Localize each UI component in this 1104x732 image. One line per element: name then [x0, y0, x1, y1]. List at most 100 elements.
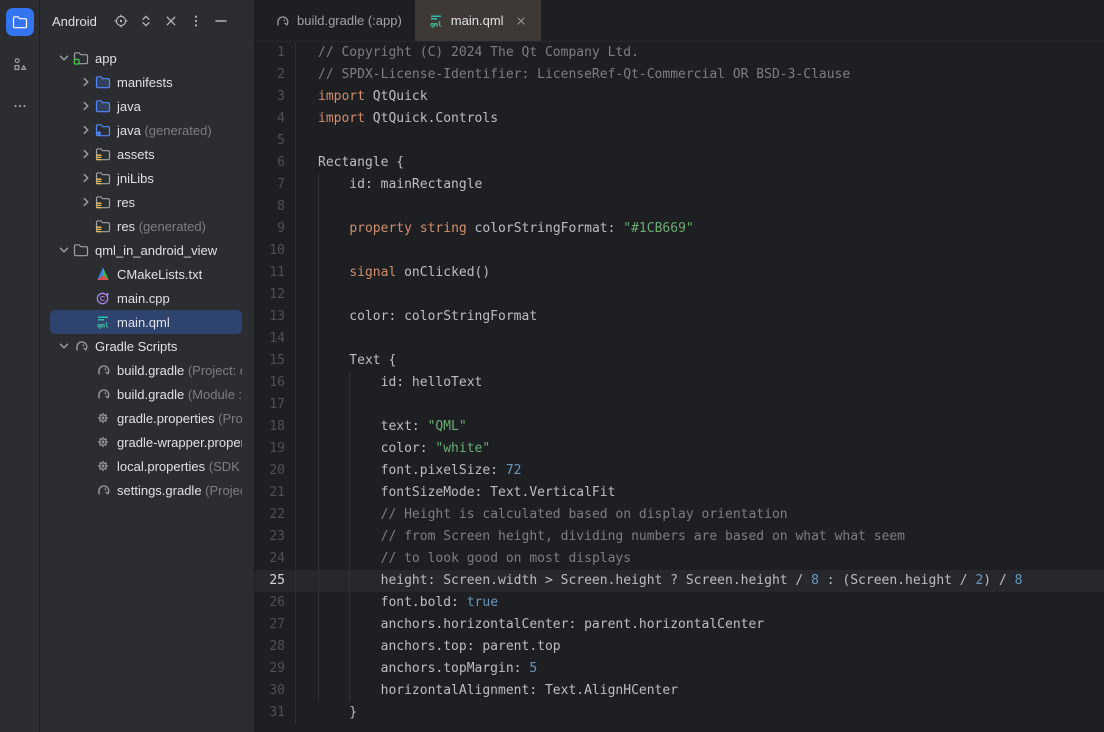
- tree-item-gradle-scripts[interactable]: Gradle Scripts: [50, 334, 242, 358]
- code-line-11[interactable]: 11 signal onClicked(): [255, 262, 1104, 284]
- tree-item-app[interactable]: app: [50, 46, 242, 70]
- tree-item-gradle-properties[interactable]: gradle.properties (Proj: [50, 406, 242, 430]
- tree-chevron[interactable]: [55, 338, 73, 354]
- line-number[interactable]: 20: [255, 460, 296, 482]
- more-vertical-button[interactable]: [188, 13, 204, 29]
- code-line-2[interactable]: 2// SPDX-License-Identifier: LicenseRef-…: [255, 64, 1104, 86]
- line-number[interactable]: 4: [255, 108, 296, 130]
- line-number[interactable]: 23: [255, 526, 296, 548]
- structure-tool-button[interactable]: [6, 50, 34, 78]
- tree-chevron[interactable]: [77, 194, 95, 210]
- code-line-26[interactable]: 26 font.bold: true: [255, 592, 1104, 614]
- tab-close-button[interactable]: [514, 14, 528, 28]
- tree-chevron[interactable]: [77, 146, 95, 162]
- line-number[interactable]: 12: [255, 284, 296, 306]
- line-number[interactable]: 11: [255, 262, 296, 284]
- code-line-15[interactable]: 15 Text {: [255, 350, 1104, 372]
- code-line-20[interactable]: 20 font.pixelSize: 72: [255, 460, 1104, 482]
- tree-chevron[interactable]: [77, 170, 95, 186]
- line-number[interactable]: 24: [255, 548, 296, 570]
- code-line-24[interactable]: 24 // to look good on most displays: [255, 548, 1104, 570]
- code-line-17[interactable]: 17: [255, 394, 1104, 416]
- more-horizontal-tool-button[interactable]: [6, 92, 34, 120]
- project-view-selector[interactable]: Android: [52, 14, 97, 29]
- tree-item-build-gradle[interactable]: build.gradle (Module :a: [50, 382, 242, 406]
- code-line-31[interactable]: 31 }: [255, 702, 1104, 724]
- code-line-19[interactable]: 19 color: "white": [255, 438, 1104, 460]
- tree-item-assets[interactable]: assets: [50, 142, 242, 166]
- tree-item-settings-gradle[interactable]: settings.gradle (Projec: [50, 478, 242, 502]
- line-number[interactable]: 2: [255, 64, 296, 86]
- line-number[interactable]: 3: [255, 86, 296, 108]
- tree-item-res[interactable]: res (generated): [50, 214, 242, 238]
- editor-tab-build-gradle-app-[interactable]: build.gradle (:app): [261, 0, 415, 41]
- code-line-3[interactable]: 3import QtQuick: [255, 86, 1104, 108]
- code-line-9[interactable]: 9 property string colorStringFormat: "#1…: [255, 218, 1104, 240]
- line-number[interactable]: 16: [255, 372, 296, 394]
- code-line-30[interactable]: 30 horizontalAlignment: Text.AlignHCente…: [255, 680, 1104, 702]
- code-line-8[interactable]: 8: [255, 196, 1104, 218]
- code-line-7[interactable]: 7 id: mainRectangle: [255, 174, 1104, 196]
- line-number[interactable]: 31: [255, 702, 296, 724]
- line-number[interactable]: 27: [255, 614, 296, 636]
- tree-item-cmakelists-txt[interactable]: CMakeLists.txt: [50, 262, 242, 286]
- code-editor[interactable]: 1// Copyright (C) 2024 The Qt Company Lt…: [255, 42, 1104, 732]
- line-number[interactable]: 17: [255, 394, 296, 416]
- hide-button[interactable]: [213, 13, 229, 29]
- code-line-22[interactable]: 22 // Height is calculated based on disp…: [255, 504, 1104, 526]
- line-number[interactable]: 30: [255, 680, 296, 702]
- expand-collapse-button[interactable]: [138, 13, 154, 29]
- tree-item-gradle-wrapper-proper[interactable]: gradle-wrapper.proper: [50, 430, 242, 454]
- tree-item-res[interactable]: res: [50, 190, 242, 214]
- tree-item-local-properties[interactable]: local.properties (SDK L: [50, 454, 242, 478]
- code-line-1[interactable]: 1// Copyright (C) 2024 The Qt Company Lt…: [255, 42, 1104, 64]
- line-number[interactable]: 6: [255, 152, 296, 174]
- line-number[interactable]: 26: [255, 592, 296, 614]
- code-line-27[interactable]: 27 anchors.horizontalCenter: parent.hori…: [255, 614, 1104, 636]
- line-number[interactable]: 8: [255, 196, 296, 218]
- code-line-4[interactable]: 4import QtQuick.Controls: [255, 108, 1104, 130]
- tree-chevron[interactable]: [55, 242, 73, 258]
- line-number[interactable]: 13: [255, 306, 296, 328]
- line-number[interactable]: 15: [255, 350, 296, 372]
- line-number[interactable]: 9: [255, 218, 296, 240]
- tree-item-build-gradle[interactable]: build.gradle (Project: q: [50, 358, 242, 382]
- collapse-all-button[interactable]: [163, 13, 179, 29]
- tree-chevron[interactable]: [77, 98, 95, 114]
- code-line-21[interactable]: 21 fontSizeMode: Text.VerticalFit: [255, 482, 1104, 504]
- tree-item-main-cpp[interactable]: Cmain.cpp: [50, 286, 242, 310]
- locate-button[interactable]: [113, 13, 129, 29]
- line-number[interactable]: 10: [255, 240, 296, 262]
- code-line-23[interactable]: 23 // from Screen height, dividing numbe…: [255, 526, 1104, 548]
- tree-item-java[interactable]: java (generated): [50, 118, 242, 142]
- tree-chevron[interactable]: [77, 122, 95, 138]
- line-number[interactable]: 28: [255, 636, 296, 658]
- line-number[interactable]: 25: [255, 570, 296, 592]
- line-number[interactable]: 1: [255, 42, 296, 64]
- code-line-25[interactable]: 25 height: Screen.width > Screen.height …: [255, 570, 1104, 592]
- tree-item-manifests[interactable]: manifests: [50, 70, 242, 94]
- code-line-12[interactable]: 12: [255, 284, 1104, 306]
- code-line-18[interactable]: 18 text: "QML": [255, 416, 1104, 438]
- line-number[interactable]: 21: [255, 482, 296, 504]
- line-number[interactable]: 22: [255, 504, 296, 526]
- tree-item-jnilibs[interactable]: jniLibs: [50, 166, 242, 190]
- code-line-16[interactable]: 16 id: helloText: [255, 372, 1104, 394]
- tree-chevron[interactable]: [77, 74, 95, 90]
- line-number[interactable]: 19: [255, 438, 296, 460]
- tree-chevron[interactable]: [55, 50, 73, 66]
- line-number[interactable]: 18: [255, 416, 296, 438]
- code-line-5[interactable]: 5: [255, 130, 1104, 152]
- code-line-28[interactable]: 28 anchors.top: parent.top: [255, 636, 1104, 658]
- line-number[interactable]: 7: [255, 174, 296, 196]
- tree-item-main-qml[interactable]: qmlmain.qml: [50, 310, 242, 334]
- line-number[interactable]: 5: [255, 130, 296, 152]
- line-number[interactable]: 14: [255, 328, 296, 350]
- code-line-13[interactable]: 13 color: colorStringFormat: [255, 306, 1104, 328]
- code-line-14[interactable]: 14: [255, 328, 1104, 350]
- editor-tab-main-qml[interactable]: qmlmain.qml: [415, 0, 541, 41]
- tree-item-java[interactable]: java: [50, 94, 242, 118]
- code-line-10[interactable]: 10: [255, 240, 1104, 262]
- code-line-29[interactable]: 29 anchors.topMargin: 5: [255, 658, 1104, 680]
- line-number[interactable]: 29: [255, 658, 296, 680]
